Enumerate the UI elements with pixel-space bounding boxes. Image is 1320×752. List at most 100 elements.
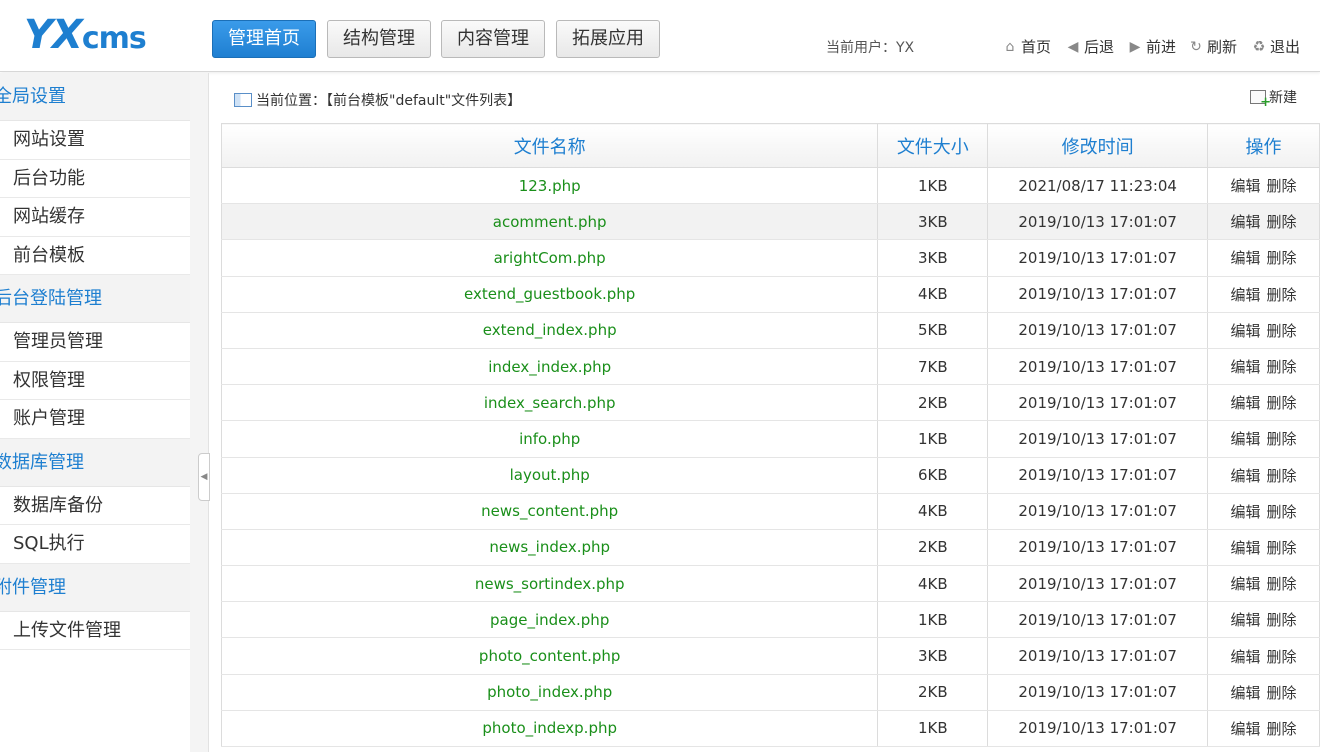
sidebar-item-frontend-templates[interactable]: 前台模板: [0, 236, 190, 275]
sidebar-group-attachments[interactable]: 附件管理: [0, 563, 190, 612]
file-size: 1KB: [877, 601, 989, 639]
edit-link[interactable]: 编辑: [1231, 249, 1261, 267]
refresh-link[interactable]: ↻ 刷新: [1187, 36, 1237, 57]
sidebar-item-backend-functions[interactable]: 后台功能: [0, 159, 190, 198]
col-header-size[interactable]: 文件大小: [877, 123, 989, 168]
edit-link[interactable]: 编辑: [1231, 213, 1261, 231]
file-name-link[interactable]: extend_index.php: [220, 312, 879, 349]
back-link[interactable]: ◀ 后退: [1064, 36, 1114, 57]
file-name-link[interactable]: news_index.php: [220, 529, 879, 567]
delete-link[interactable]: 删除: [1267, 213, 1297, 231]
file-modified-time: 2019/10/13 17:01:07: [987, 239, 1209, 277]
edit-link[interactable]: 编辑: [1231, 358, 1261, 376]
sidebar-item-db-backup[interactable]: 数据库备份: [0, 486, 190, 525]
delete-link[interactable]: 删除: [1267, 720, 1297, 738]
file-name-link[interactable]: index_search.php: [220, 384, 879, 422]
file-actions: 编辑 删除: [1207, 637, 1320, 675]
collapse-sidebar-handle[interactable]: ◀: [198, 453, 210, 501]
yxcms-logo[interactable]: YXcms: [24, 10, 147, 68]
nav-extensions[interactable]: 拓展应用: [556, 20, 660, 58]
logout-link[interactable]: ♻ 退出: [1250, 36, 1300, 57]
file-name-link[interactable]: 123.php: [220, 167, 879, 205]
file-name-link[interactable]: photo_indexp.php: [220, 710, 879, 748]
edit-link[interactable]: 编辑: [1231, 467, 1261, 485]
sidebar-item-admin-management[interactable]: 管理员管理: [0, 323, 190, 362]
sidebar-item-permissions[interactable]: 权限管理: [0, 361, 190, 400]
nav-admin-home[interactable]: 管理首页: [212, 20, 316, 58]
delete-link[interactable]: 删除: [1267, 430, 1297, 448]
table-row: photo_index.php 2KB 2019/10/13 17:01:07 编辑删…: [220, 674, 1320, 711]
file-actions: 编辑 删除: [1207, 674, 1320, 711]
sidebar-item-upload-files[interactable]: 上传文件管理: [0, 611, 190, 650]
current-user: 当前用户：YX: [826, 40, 915, 56]
file-name-link[interactable]: news_content.php: [220, 493, 879, 530]
sidebar-item-site-cache[interactable]: 网站缓存: [0, 198, 190, 237]
edit-link[interactable]: 编辑: [1231, 575, 1261, 593]
edit-link[interactable]: 编辑: [1231, 394, 1261, 412]
file-name-link[interactable]: news_sortindex.php: [220, 565, 879, 603]
delete-link[interactable]: 删除: [1267, 177, 1297, 195]
edit-link[interactable]: 编辑: [1231, 720, 1261, 738]
edit-link[interactable]: 编辑: [1231, 539, 1261, 557]
file-modified-time: 2021/08/17 11:23:04: [987, 167, 1209, 205]
forward-arrow-icon: ▶: [1129, 38, 1141, 55]
edit-link[interactable]: 编辑: [1231, 322, 1261, 340]
edit-link[interactable]: 编辑: [1231, 177, 1261, 195]
delete-link[interactable]: 删除: [1267, 611, 1297, 629]
file-size: 1KB: [877, 420, 989, 458]
file-name-link[interactable]: index_index.php: [220, 348, 879, 386]
file-table: 文件名称 文件大小 修改时间 操作 123.php 1KB 2021/08/17 1…: [220, 123, 1320, 748]
table-row: layout.php 6KB 2019/10/13 17:01:07 编辑 删除: [220, 457, 1320, 494]
file-actions: 编辑 删除: [1207, 167, 1320, 205]
delete-link[interactable]: 删除: [1267, 394, 1297, 412]
table-row: photo_indexp.php 1KB 2019/10/13 17:01:07 编辑…: [220, 710, 1320, 748]
sidebar-group-database[interactable]: 数据库管理: [0, 438, 190, 487]
file-modified-time: 2019/10/13 17:01:07: [987, 348, 1209, 386]
file-size: 6KB: [877, 457, 989, 494]
edit-link[interactable]: 编辑: [1231, 648, 1261, 666]
delete-link[interactable]: 删除: [1267, 684, 1297, 702]
file-name-link[interactable]: extend_guestbook.php: [220, 276, 879, 313]
edit-link[interactable]: 编辑: [1231, 611, 1261, 629]
file-name-link[interactable]: arightCom.php: [220, 239, 879, 277]
sidebar-item-accounts[interactable]: 账户管理: [0, 400, 190, 439]
edit-link[interactable]: 编辑: [1231, 286, 1261, 304]
file-name-link[interactable]: layout.php: [220, 457, 879, 494]
file-name-link[interactable]: photo_content.php: [220, 637, 879, 675]
window-icon: [234, 93, 252, 107]
edit-link[interactable]: 编辑: [1231, 684, 1261, 702]
file-name-link[interactable]: acomment.php: [220, 203, 879, 241]
file-modified-time: 2019/10/13 17:01:07: [987, 674, 1209, 711]
breadcrumb: 当前位置：【前台模板"default"文件列表】: [234, 90, 521, 110]
sidebar-item-sql-exec[interactable]: SQL执行: [0, 525, 190, 564]
nav-content[interactable]: 内容管理: [441, 20, 545, 58]
edit-link[interactable]: 编辑: [1231, 430, 1261, 448]
sidebar-item-site-settings[interactable]: 网站设置: [0, 121, 190, 160]
col-header-modified[interactable]: 修改时间: [987, 123, 1209, 168]
delete-link[interactable]: 删除: [1267, 249, 1297, 267]
edit-link[interactable]: 编辑: [1231, 503, 1261, 521]
delete-link[interactable]: 删除: [1267, 539, 1297, 557]
delete-link[interactable]: 删除: [1267, 467, 1297, 485]
delete-link[interactable]: 删除: [1267, 575, 1297, 593]
sidebar-group-global[interactable]: 全局设置: [0, 73, 190, 121]
table-row: info.php 1KB 2019/10/13 17:01:07 编辑 删除: [220, 420, 1320, 458]
file-actions: 编辑 删除: [1207, 239, 1320, 277]
forward-link[interactable]: ▶ 前进: [1126, 36, 1176, 57]
file-actions: 编辑 删除: [1207, 601, 1320, 639]
delete-link[interactable]: 删除: [1267, 358, 1297, 376]
file-name-link[interactable]: page_index.php: [220, 601, 879, 639]
new-file-button[interactable]: 新建: [1250, 87, 1297, 110]
file-name-link[interactable]: info.php: [220, 420, 879, 458]
delete-link[interactable]: 删除: [1267, 286, 1297, 304]
file-actions: 编辑 删除: [1207, 420, 1320, 458]
delete-link[interactable]: 删除: [1267, 648, 1297, 666]
delete-link[interactable]: 删除: [1267, 322, 1297, 340]
col-header-filename[interactable]: 文件名称: [220, 123, 879, 168]
file-name-link[interactable]: photo_index.php: [220, 674, 879, 711]
nav-structure[interactable]: 结构管理: [327, 20, 431, 58]
sidebar-group-login[interactable]: 后台登陆管理: [0, 275, 190, 323]
home-link[interactable]: ⌂ 首页: [1001, 36, 1051, 57]
file-size: 2KB: [877, 529, 989, 567]
delete-link[interactable]: 删除: [1267, 503, 1297, 521]
